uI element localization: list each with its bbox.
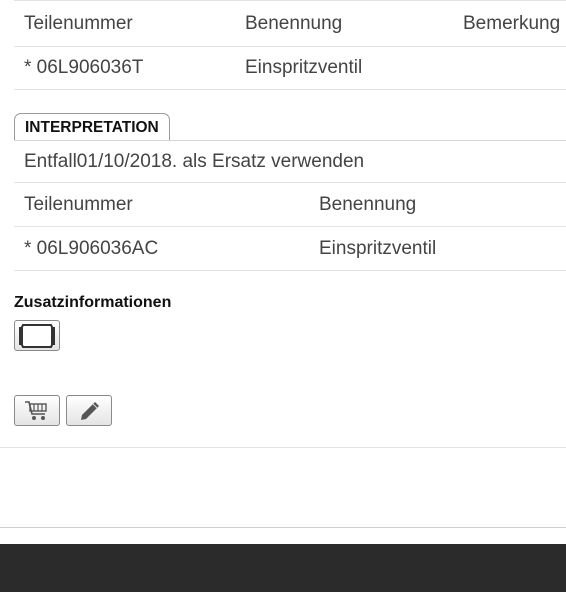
column-header-designation: Benennung — [319, 193, 417, 215]
footer-divider — [0, 527, 566, 528]
designation-cell: Einspritzventil — [245, 56, 363, 78]
tab-interpretation[interactable]: INTERPRETATION — [14, 113, 170, 140]
column-header-part-number: Teilenummer — [24, 12, 133, 34]
image-frame-button[interactable] — [14, 320, 60, 351]
interpretation-note: Entfall01/10/2018. als Ersatz verwenden — [24, 150, 365, 172]
image-frame-icon — [19, 323, 55, 348]
table-header-row: Teilenummer Benennung — [14, 183, 566, 227]
part-number-cell: * 06L906036T — [24, 56, 144, 78]
add-to-cart-button[interactable] — [14, 395, 60, 426]
interpretation-note-row: Entfall01/10/2018. als Ersatz verwenden — [14, 141, 566, 183]
column-header-part-number: Teilenummer — [24, 193, 133, 215]
table-row: * 06L906036T Einspritzventil — [14, 46, 566, 90]
content-divider — [0, 447, 566, 448]
additional-info-title: Zusatzinformationen — [14, 294, 172, 311]
table-header-row: Teilenummer Benennung Bemerkung — [14, 0, 566, 47]
edit-button[interactable] — [66, 395, 112, 426]
page-footer — [0, 544, 566, 592]
column-header-remark: Bemerkung — [463, 12, 561, 34]
part-number-cell: * 06L906036AC — [24, 237, 159, 259]
designation-cell: Einspritzventil — [319, 237, 437, 259]
table-row: * 06L906036AC Einspritzventil — [14, 227, 566, 271]
cart-icon — [25, 400, 47, 420]
column-header-designation: Benennung — [245, 12, 343, 34]
pencil-icon — [81, 401, 99, 420]
